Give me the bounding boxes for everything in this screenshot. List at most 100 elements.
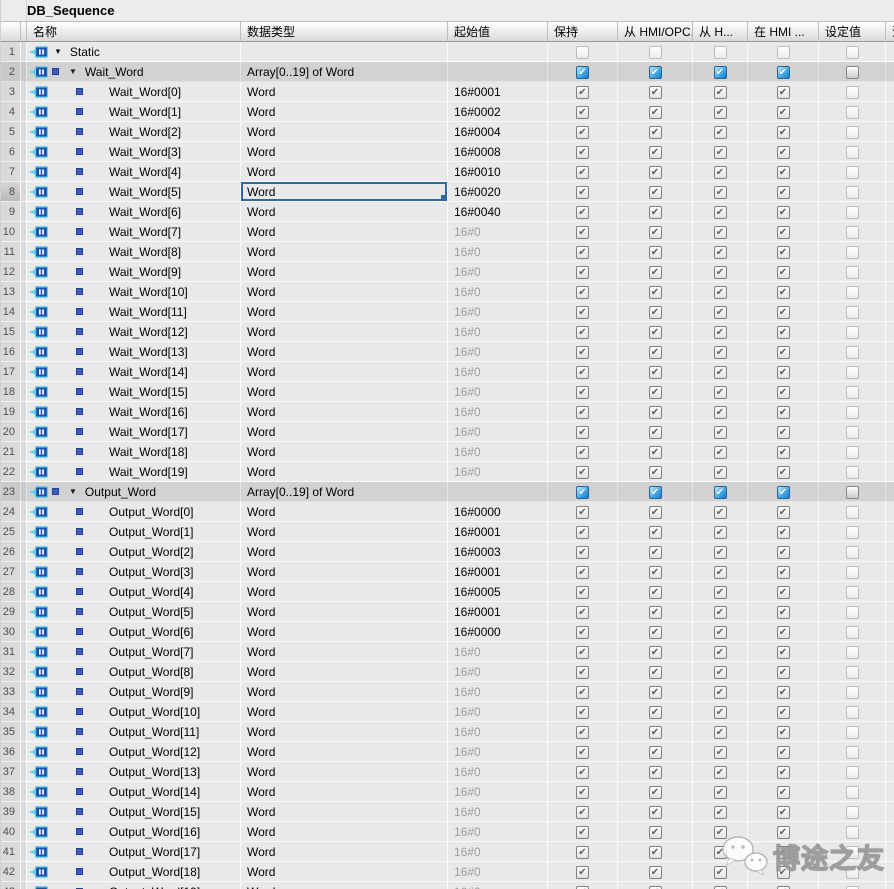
row-number[interactable]: 20 bbox=[1, 422, 21, 442]
datatype-cell[interactable]: Word bbox=[241, 762, 448, 782]
start-value-cell[interactable]: 16#0 bbox=[448, 342, 548, 362]
start-value-cell[interactable]: 16#0 bbox=[448, 862, 548, 882]
datatype-cell[interactable]: Word bbox=[241, 822, 448, 842]
start-value-cell[interactable] bbox=[448, 62, 548, 82]
name-cell[interactable]: Wait_Word[17] bbox=[27, 422, 241, 442]
start-value-cell[interactable]: 16#0 bbox=[448, 662, 548, 682]
name-cell[interactable]: Output_Word[11] bbox=[27, 722, 241, 742]
row-number[interactable]: 43 bbox=[1, 882, 21, 889]
header-start-value[interactable]: 起始值 bbox=[448, 22, 548, 42]
name-cell[interactable]: Wait_Word[3] bbox=[27, 142, 241, 162]
name-cell[interactable]: Wait_Word[19] bbox=[27, 462, 241, 482]
datatype-cell[interactable]: Word bbox=[241, 182, 448, 202]
name-cell[interactable]: Wait_Word[12] bbox=[27, 322, 241, 342]
start-value-cell[interactable]: 16#0 bbox=[448, 382, 548, 402]
row-number[interactable]: 39 bbox=[1, 802, 21, 822]
row-number[interactable]: 29 bbox=[1, 602, 21, 622]
row-number[interactable]: 9 bbox=[1, 202, 21, 222]
datatype-cell[interactable]: Word bbox=[241, 522, 448, 542]
row-number[interactable]: 35 bbox=[1, 722, 21, 742]
name-cell[interactable]: Output_Word[4] bbox=[27, 582, 241, 602]
row-number[interactable]: 25 bbox=[1, 522, 21, 542]
name-cell[interactable]: Output_Word[15] bbox=[27, 802, 241, 822]
start-value-cell[interactable]: 16#0001 bbox=[448, 562, 548, 582]
name-cell[interactable]: Output_Word[6] bbox=[27, 622, 241, 642]
start-value-cell[interactable]: 16#0 bbox=[448, 322, 548, 342]
name-cell[interactable]: Output_Word[7] bbox=[27, 642, 241, 662]
row-number[interactable]: 41 bbox=[1, 842, 21, 862]
datatype-cell[interactable]: Word bbox=[241, 582, 448, 602]
start-value-cell[interactable]: 16#0 bbox=[448, 242, 548, 262]
datatype-cell[interactable]: Word bbox=[241, 562, 448, 582]
name-cell[interactable]: Wait_Word[11] bbox=[27, 302, 241, 322]
row-number[interactable]: 24 bbox=[1, 502, 21, 522]
start-value-cell[interactable]: 16#0 bbox=[448, 222, 548, 242]
datatype-cell[interactable]: Word bbox=[241, 262, 448, 282]
datatype-cell[interactable]: Word bbox=[241, 802, 448, 822]
start-value-cell[interactable]: 16#0 bbox=[448, 682, 548, 702]
row-number[interactable]: 33 bbox=[1, 682, 21, 702]
row-number[interactable]: 16 bbox=[1, 342, 21, 362]
start-value-cell[interactable]: 16#0003 bbox=[448, 542, 548, 562]
checkbox-in-hmi[interactable]: ✔ bbox=[776, 65, 790, 79]
row-number[interactable]: 15 bbox=[1, 322, 21, 342]
header-from-h[interactable]: 从 H... bbox=[693, 22, 748, 42]
checkbox-from-h[interactable]: ✔ bbox=[713, 485, 727, 499]
datatype-cell[interactable]: Word bbox=[241, 662, 448, 682]
name-cell[interactable]: Output_Word[2] bbox=[27, 542, 241, 562]
datatype-cell[interactable]: Word bbox=[241, 622, 448, 642]
datatype-cell[interactable]: Word bbox=[241, 362, 448, 382]
row-number[interactable]: 13 bbox=[1, 282, 21, 302]
row-number[interactable]: 42 bbox=[1, 862, 21, 882]
checkbox-setpoint[interactable] bbox=[845, 65, 859, 79]
start-value-cell[interactable]: 16#0005 bbox=[448, 582, 548, 602]
start-value-cell[interactable]: 16#0000 bbox=[448, 502, 548, 522]
row-number[interactable]: 40 bbox=[1, 822, 21, 842]
row-number[interactable]: 6 bbox=[1, 142, 21, 162]
row-number[interactable]: 19 bbox=[1, 402, 21, 422]
start-value-cell[interactable]: 16#0040 bbox=[448, 202, 548, 222]
datatype-cell[interactable]: Word bbox=[241, 422, 448, 442]
start-value-cell[interactable]: 16#0 bbox=[448, 422, 548, 442]
expand-triangle-icon[interactable]: ▼ bbox=[69, 67, 77, 76]
name-cell[interactable]: Wait_Word[4] bbox=[27, 162, 241, 182]
datatype-cell[interactable]: Word bbox=[241, 382, 448, 402]
datatype-cell[interactable]: Word bbox=[241, 142, 448, 162]
datatype-cell[interactable]: Word bbox=[241, 102, 448, 122]
name-cell[interactable]: Output_Word[9] bbox=[27, 682, 241, 702]
row-number[interactable]: 22 bbox=[1, 462, 21, 482]
name-cell[interactable]: Wait_Word[8] bbox=[27, 242, 241, 262]
datatype-cell[interactable]: Word bbox=[241, 122, 448, 142]
row-number[interactable]: 3 bbox=[1, 82, 21, 102]
datatype-cell[interactable]: Word bbox=[241, 302, 448, 322]
name-cell[interactable]: Wait_Word[18] bbox=[27, 442, 241, 462]
start-value-cell[interactable]: 16#0 bbox=[448, 742, 548, 762]
row-number[interactable]: 12 bbox=[1, 262, 21, 282]
start-value-cell[interactable] bbox=[448, 42, 548, 62]
checkbox-retain[interactable]: ✔ bbox=[576, 485, 589, 499]
name-cell[interactable]: Wait_Word[9] bbox=[27, 262, 241, 282]
header-datatype[interactable]: 数据类型 bbox=[241, 22, 448, 42]
name-cell[interactable]: ▼ Output_Word bbox=[27, 482, 241, 502]
name-cell[interactable]: ▼ Static bbox=[27, 42, 241, 62]
name-cell[interactable]: Output_Word[16] bbox=[27, 822, 241, 842]
name-cell[interactable]: Output_Word[19] bbox=[27, 882, 241, 889]
row-number[interactable]: 1 bbox=[1, 42, 21, 62]
checkbox-setpoint[interactable] bbox=[845, 485, 859, 499]
name-cell[interactable]: Wait_Word[1] bbox=[27, 102, 241, 122]
expand-triangle-icon[interactable]: ▼ bbox=[54, 47, 62, 56]
name-cell[interactable]: Wait_Word[14] bbox=[27, 362, 241, 382]
start-value-cell[interactable]: 16#0001 bbox=[448, 522, 548, 542]
start-value-cell[interactable]: 16#0 bbox=[448, 842, 548, 862]
datatype-cell[interactable]: Word bbox=[241, 702, 448, 722]
row-number[interactable]: 2 bbox=[1, 62, 21, 82]
start-value-cell[interactable]: 16#0 bbox=[448, 822, 548, 842]
start-value-cell[interactable]: 16#0 bbox=[448, 702, 548, 722]
name-cell[interactable]: Wait_Word[6] bbox=[27, 202, 241, 222]
header-retain[interactable]: 保持 bbox=[548, 22, 618, 42]
row-number[interactable]: 7 bbox=[1, 162, 21, 182]
datatype-cell[interactable]: Word bbox=[241, 782, 448, 802]
name-cell[interactable]: Wait_Word[16] bbox=[27, 402, 241, 422]
start-value-cell[interactable]: 16#0 bbox=[448, 262, 548, 282]
datatype-cell[interactable]: Word bbox=[241, 502, 448, 522]
